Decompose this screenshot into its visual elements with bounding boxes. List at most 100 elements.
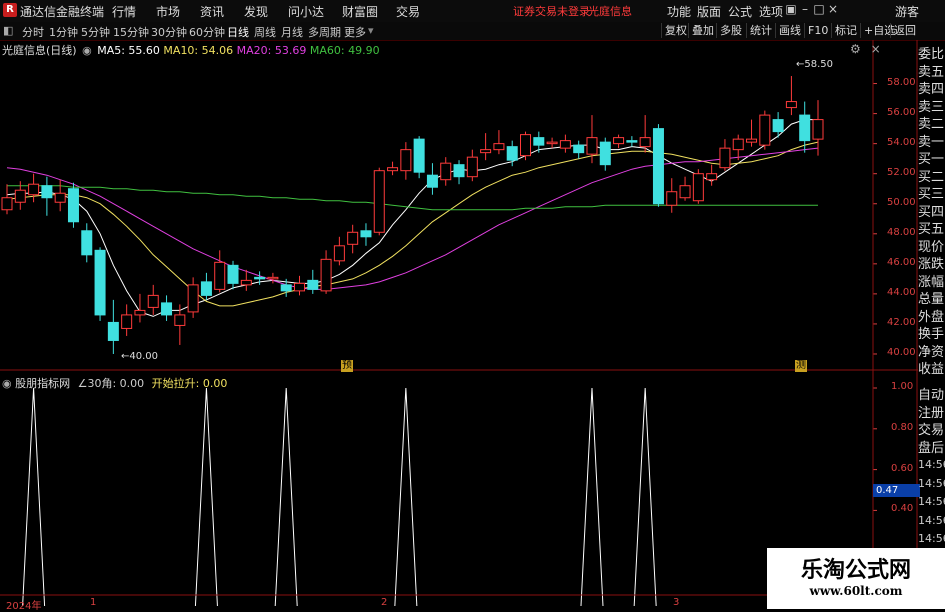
candle-body-down bbox=[94, 249, 106, 316]
sidebar-quote-label[interactable]: 卖二 bbox=[918, 113, 945, 132]
menu-item-options[interactable]: 选项 bbox=[759, 3, 783, 20]
period-tab-30min[interactable]: 30分钟 bbox=[151, 24, 187, 40]
skin-icon[interactable]: ▣ bbox=[784, 2, 798, 18]
candle-body-down bbox=[426, 174, 438, 188]
settings-circle-icon[interactable]: ◉ bbox=[82, 44, 92, 57]
kline-chart[interactable] bbox=[0, 40, 918, 609]
forecast-marker-right[interactable]: 测 bbox=[795, 360, 807, 372]
sidebar-quote-label[interactable]: 卖一 bbox=[918, 131, 945, 150]
period-tab-1min[interactable]: 1分钟 bbox=[49, 24, 78, 40]
candle-body-up bbox=[520, 134, 532, 157]
period-tab-multi[interactable]: 多周期 bbox=[308, 24, 341, 40]
trade-login-notice[interactable]: 证券交易未登录 bbox=[513, 3, 590, 19]
close-icon[interactable]: × bbox=[826, 2, 840, 18]
sidebar-quote-label[interactable]: 收益 bbox=[918, 358, 945, 377]
indicator-tick-label: 0.60 bbox=[891, 462, 914, 474]
sidebar-action-label[interactable]: 交易 bbox=[918, 419, 945, 438]
period-tab-more[interactable]: 更多 bbox=[344, 24, 366, 40]
period-tab-weekly[interactable]: 周线 bbox=[254, 24, 276, 40]
f10-button[interactable]: F10 bbox=[804, 23, 831, 38]
menu-item-formula[interactable]: 公式 bbox=[728, 3, 752, 20]
menu-item-wealth-circle[interactable]: 财富圈 bbox=[342, 3, 378, 20]
sidebar-action-label[interactable]: 注册 bbox=[918, 402, 945, 421]
sidebar-quote-label[interactable]: 总量 bbox=[918, 288, 945, 307]
forecast-marker-left[interactable]: 预 bbox=[341, 360, 353, 372]
candle-body-up bbox=[187, 284, 199, 313]
period-tab-monthly[interactable]: 月线 bbox=[281, 24, 303, 40]
sidebar-quote-label[interactable]: 涨跌 bbox=[918, 253, 945, 272]
more-chevron-down-icon[interactable]: ▾ bbox=[368, 24, 374, 37]
indicator-circle-icon[interactable]: ◉ bbox=[2, 377, 12, 390]
candle-body-up bbox=[440, 162, 452, 181]
sidebar-quote-label[interactable]: 换手 bbox=[918, 323, 945, 342]
overlay-button[interactable]: 叠加 bbox=[688, 23, 717, 38]
candle-body-down bbox=[67, 188, 79, 223]
sidebar-quote-label[interactable]: 买二 bbox=[918, 166, 945, 185]
candle bbox=[746, 119, 758, 147]
menu-item-market[interactable]: 市场 bbox=[156, 3, 180, 20]
menu-item-news[interactable]: 资讯 bbox=[200, 3, 224, 20]
candle-body-up bbox=[267, 276, 279, 280]
sidebar-quote-label[interactable]: 买一 bbox=[918, 148, 945, 167]
statistics-button[interactable]: 统计 bbox=[746, 23, 775, 38]
sidebar-quote-label[interactable]: 卖三 bbox=[918, 96, 945, 115]
candle-body-up bbox=[373, 170, 385, 233]
indicator-tick-label: 0.40 bbox=[891, 503, 914, 515]
indicator-spike bbox=[580, 387, 604, 607]
indicator-spike bbox=[194, 387, 218, 607]
menu-item-ask-xiaoda[interactable]: 问小达 bbox=[288, 3, 324, 20]
minimize-icon[interactable]: – bbox=[798, 2, 812, 18]
sidebar-quote-label[interactable]: 净资 bbox=[918, 341, 945, 360]
gear-icon[interactable]: ⚙ bbox=[850, 42, 861, 56]
sidebar-quote-label[interactable]: 外盘 bbox=[918, 306, 945, 325]
app-title: 通达信金融终端 bbox=[20, 5, 105, 19]
price-tick-label: 44.00 bbox=[887, 286, 916, 298]
period-tab-daily[interactable]: 日线 bbox=[227, 24, 249, 40]
sidebar-quote-label[interactable]: 买五 bbox=[918, 218, 945, 237]
sidebar-action-label[interactable]: 自动 bbox=[918, 384, 945, 403]
sidebar-quote-label[interactable]: 现价 bbox=[918, 236, 945, 255]
candle bbox=[706, 164, 718, 186]
guest-login-button[interactable]: 游客 bbox=[895, 3, 919, 20]
close-chart-icon[interactable]: × bbox=[871, 42, 881, 56]
ma5-line bbox=[6, 119, 818, 317]
back-button[interactable]: 返回 bbox=[890, 23, 919, 38]
menu-item-trade[interactable]: 交易 bbox=[396, 3, 420, 20]
menu-item-layout[interactable]: 版面 bbox=[697, 3, 721, 20]
sidebar-quote-label[interactable]: 买三 bbox=[918, 183, 945, 202]
indicator-name: 股朋指标网 bbox=[15, 377, 71, 390]
multi-stock-button[interactable]: 多股 bbox=[716, 23, 745, 38]
candle bbox=[121, 304, 133, 336]
candle-body-up bbox=[812, 119, 824, 140]
sidebar-action-label[interactable]: 盘后 bbox=[918, 437, 945, 456]
candle bbox=[94, 247, 106, 321]
low-price-label: ←40.00 bbox=[121, 351, 159, 362]
sidebar-quote-label[interactable]: 卖五 bbox=[918, 61, 945, 80]
adjust-button[interactable]: 复权 bbox=[661, 23, 690, 38]
candle bbox=[493, 130, 505, 155]
sidebar-quote-label[interactable]: 卖四 bbox=[918, 78, 945, 97]
sidebar-quote-label[interactable]: 委比 bbox=[918, 43, 945, 62]
candle bbox=[307, 269, 319, 294]
period-tab-15min[interactable]: 15分钟 bbox=[113, 24, 149, 40]
sidebar-quote-label[interactable]: 买四 bbox=[918, 201, 945, 220]
candle bbox=[107, 299, 119, 354]
candle bbox=[812, 100, 824, 156]
menu-item-discover[interactable]: 发现 bbox=[244, 3, 268, 20]
period-tab-5min[interactable]: 5分钟 bbox=[81, 24, 110, 40]
indicator-spike bbox=[394, 387, 418, 607]
candle bbox=[759, 110, 771, 150]
menu-item-quotes[interactable]: 行情 bbox=[112, 3, 136, 20]
toolbar-menu-icon[interactable]: ◧ bbox=[3, 24, 13, 37]
menu-item-function[interactable]: 功能 bbox=[667, 3, 691, 20]
price-tick-label: 56.00 bbox=[887, 106, 916, 118]
candle bbox=[67, 182, 79, 228]
sidebar-quote-label[interactable]: 涨幅 bbox=[918, 271, 945, 290]
period-tab-60min[interactable]: 60分钟 bbox=[189, 24, 225, 40]
candle bbox=[573, 140, 585, 159]
period-tab-intraday[interactable]: 分时 bbox=[22, 24, 44, 40]
maximize-icon[interactable]: □ bbox=[812, 2, 826, 18]
draw-line-button[interactable]: 画线 bbox=[775, 23, 804, 38]
candle bbox=[626, 136, 638, 147]
mark-button[interactable]: 标记 bbox=[831, 23, 860, 38]
